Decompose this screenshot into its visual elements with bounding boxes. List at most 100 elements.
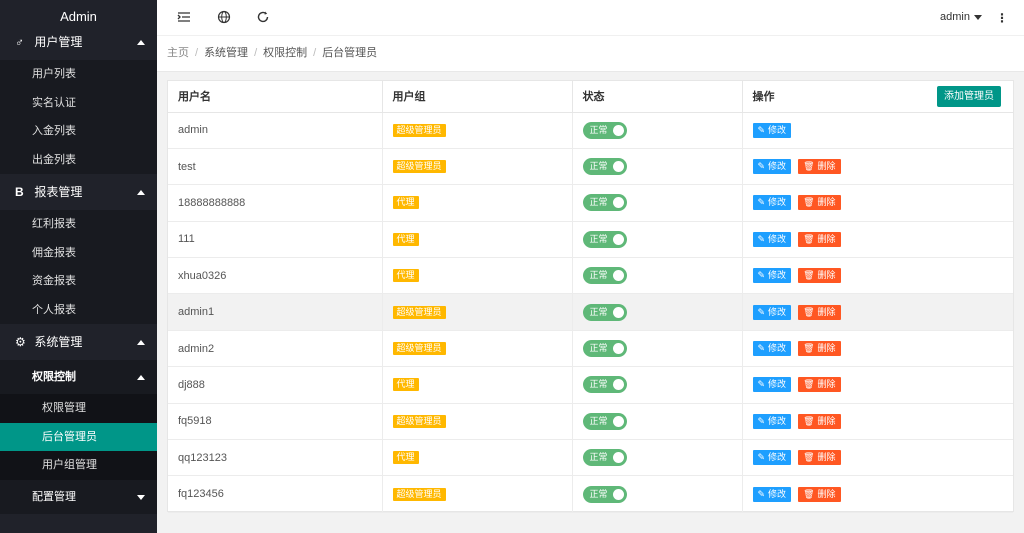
- breadcrumb-current: 后台管理员: [322, 47, 378, 59]
- delete-button[interactable]: 🗑︎ 删除: [798, 231, 841, 247]
- edit-label: 修改: [768, 233, 787, 244]
- sidebar-item-commission-report[interactable]: 佣金报表: [0, 239, 157, 268]
- breadcrumb-system[interactable]: 系统管理: [204, 47, 248, 59]
- edit-button[interactable]: ✎ 修改: [752, 486, 792, 502]
- delete-button[interactable]: 🗑︎ 删除: [798, 450, 841, 466]
- edit-label: 修改: [768, 197, 787, 208]
- delete-button[interactable]: 🗑︎ 删除: [798, 159, 841, 175]
- more-vertical-icon[interactable]: ⋮: [996, 10, 1008, 26]
- status-toggle[interactable]: 正常: [582, 230, 627, 248]
- cell-group: 超级管理员: [382, 330, 573, 368]
- breadcrumb-permission[interactable]: 权限控制: [263, 47, 307, 59]
- edit-button[interactable]: ✎ 修改: [752, 304, 792, 320]
- edit-button[interactable]: ✎ 修改: [752, 122, 792, 138]
- trash-icon: 🗑︎: [803, 233, 815, 244]
- edit-button[interactable]: ✎ 修改: [752, 413, 792, 429]
- cell-username: fq5918: [168, 403, 383, 441]
- username-text: 111: [178, 233, 195, 246]
- status-toggle[interactable]: 正常: [582, 158, 627, 176]
- pencil-icon: ✎: [757, 124, 766, 135]
- cell-group: 超级管理员: [382, 148, 573, 186]
- delete-button[interactable]: 🗑︎ 删除: [798, 304, 841, 320]
- user-menu[interactable]: admin: [940, 11, 982, 23]
- refresh-icon[interactable]: [256, 10, 272, 26]
- status-toggle[interactable]: 正常: [582, 340, 627, 358]
- toggle-knob: [612, 452, 624, 464]
- table-row: qq123123 代理 正常 ✎ 修改 🗑︎ 删除: [168, 439, 1013, 477]
- pencil-icon: ✎: [757, 161, 766, 172]
- status-toggle[interactable]: 正常: [582, 267, 627, 285]
- status-label: 正常: [589, 270, 608, 281]
- status-toggle[interactable]: 正常: [582, 376, 627, 394]
- breadcrumb-separator: /: [313, 47, 317, 59]
- cell-username: admin: [168, 112, 383, 149]
- username-text: xhua0326: [178, 269, 227, 282]
- column-header-actions-label: 操作: [752, 91, 775, 104]
- cell-actions: ✎ 修改 🗑︎ 删除: [742, 184, 1013, 222]
- toggle-knob: [612, 415, 624, 427]
- status-toggle[interactable]: 正常: [582, 449, 627, 467]
- permission-submenu: 权限管理 后台管理员 用户组管理: [0, 394, 157, 480]
- delete-button[interactable]: 🗑︎ 删除: [798, 486, 841, 502]
- status-toggle[interactable]: 正常: [582, 121, 627, 139]
- sidebar-item-fund-report[interactable]: 资金报表: [0, 267, 157, 296]
- sidebar-group-config[interactable]: 配置管理: [0, 480, 157, 514]
- edit-button[interactable]: ✎ 修改: [752, 341, 792, 357]
- edit-button[interactable]: ✎ 修改: [752, 450, 792, 466]
- username-text: fq5918: [178, 415, 212, 428]
- toggle-knob: [612, 306, 624, 318]
- sidebar-item-usergroup-manage[interactable]: 用户组管理: [0, 451, 157, 480]
- edit-button[interactable]: ✎ 修改: [752, 231, 792, 247]
- trash-icon: 🗑︎: [803, 306, 815, 317]
- delete-button[interactable]: 🗑︎ 删除: [798, 195, 841, 211]
- edit-label: 修改: [768, 306, 787, 317]
- edit-button[interactable]: ✎ 修改: [752, 377, 792, 393]
- delete-button[interactable]: 🗑︎ 删除: [798, 341, 841, 357]
- pencil-icon: ✎: [757, 233, 766, 244]
- sidebar-nav: ♂ 用户管理 用户列表 实名认证 入金列表 出金列表 B 报表管理 红利报表 佣…: [0, 24, 157, 514]
- edit-button[interactable]: ✎ 修改: [752, 268, 792, 284]
- edit-button[interactable]: ✎ 修改: [752, 159, 792, 175]
- breadcrumb-home[interactable]: 主页: [167, 47, 189, 59]
- delete-button[interactable]: 🗑︎ 删除: [798, 268, 841, 284]
- globe-icon[interactable]: [217, 10, 233, 26]
- status-toggle[interactable]: 正常: [582, 194, 627, 212]
- status-toggle[interactable]: 正常: [582, 412, 627, 430]
- sidebar-item-withdraw[interactable]: 出金列表: [0, 146, 157, 175]
- cell-username: 111: [168, 221, 383, 259]
- status-toggle[interactable]: 正常: [582, 303, 627, 321]
- sidebar-group-permission[interactable]: 权限控制: [0, 360, 157, 394]
- caret-up-icon: [137, 340, 145, 345]
- sidebar-item-permission-manage[interactable]: 权限管理: [0, 394, 157, 423]
- sidebar-item-deposit[interactable]: 入金列表: [0, 117, 157, 146]
- delete-button[interactable]: 🗑︎ 删除: [798, 377, 841, 393]
- edit-label: 修改: [768, 379, 787, 390]
- caret-up-icon: [137, 375, 145, 380]
- sidebar-item-personal-report[interactable]: 个人报表: [0, 296, 157, 325]
- sidebar-item-admin-users[interactable]: 后台管理员: [0, 422, 157, 451]
- sidebar-item-bonus-report[interactable]: 红利报表: [0, 210, 157, 239]
- cell-username: dj888: [168, 366, 383, 404]
- nav-group-label: 系统管理: [34, 335, 83, 349]
- username-text: qq123123: [178, 451, 227, 464]
- status-toggle[interactable]: 正常: [582, 485, 627, 503]
- menu-fold-icon[interactable]: [177, 10, 193, 26]
- add-admin-button[interactable]: 添加管理员: [937, 86, 1001, 107]
- group-badge: 超级管理员: [392, 487, 446, 501]
- table-row: test 超级管理员 正常 ✎ 修改 🗑︎ 删除: [168, 148, 1013, 186]
- caret-up-icon: [137, 40, 145, 45]
- admin-table-panel: 用户名 用户组 状态 操作 添加管理员 admin 超级管理员 正常 ✎ 修改 test 超…: [167, 80, 1014, 513]
- edit-label: 修改: [768, 415, 787, 426]
- edit-button[interactable]: ✎ 修改: [752, 195, 792, 211]
- breadcrumb: 主页 / 系统管理 / 权限控制 / 后台管理员: [157, 36, 1024, 72]
- toggle-knob: [612, 161, 624, 173]
- table-row: xhua0326 代理 正常 ✎ 修改 🗑︎ 删除: [168, 257, 1013, 295]
- sidebar-item-realname[interactable]: 实名认证: [0, 89, 157, 118]
- toggle-knob: [612, 379, 624, 391]
- sidebar-item-user-list[interactable]: 用户列表: [0, 60, 157, 89]
- table-body: admin 超级管理员 正常 ✎ 修改 test 超级管理员 正常 ✎ 修改 🗑︎ 删除 1888888…: [168, 112, 1013, 513]
- delete-button[interactable]: 🗑︎ 删除: [798, 413, 841, 429]
- status-label: 正常: [589, 197, 608, 208]
- nav-group-system[interactable]: ⚙ 系统管理: [0, 324, 157, 360]
- nav-group-report[interactable]: B 报表管理: [0, 174, 157, 210]
